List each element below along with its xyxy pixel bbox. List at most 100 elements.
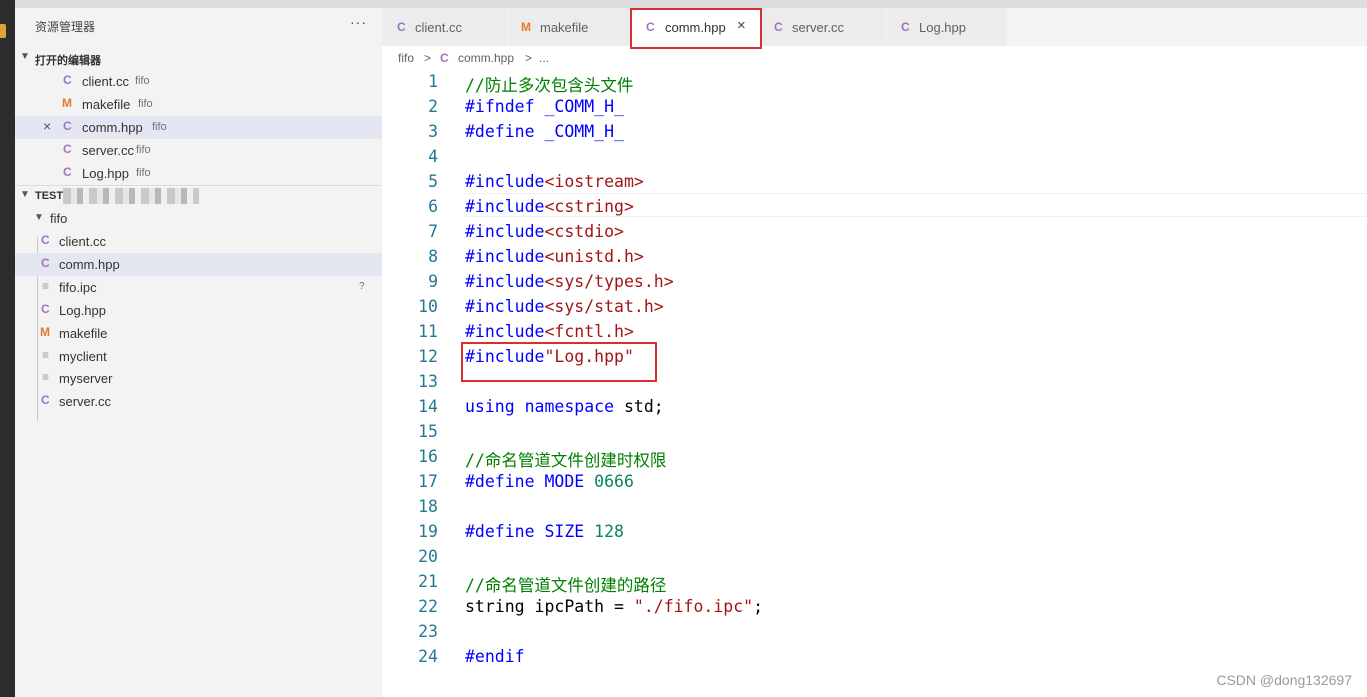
preprocessor: #ifndef [465, 97, 535, 116]
file-name: Log.hpp [82, 166, 129, 181]
folder-fifo[interactable]: ▼ fifo [15, 207, 382, 230]
explorer-title: 资源管理器 [35, 20, 96, 34]
code-line: 19 #define SIZE 128 [382, 520, 1367, 545]
explorer-icon[interactable] [0, 24, 6, 38]
open-editor-item[interactable]: C server.cc fifo [15, 139, 382, 162]
workspace-label: TEST [35, 190, 64, 202]
line-content: #include<iostream> [465, 172, 644, 191]
keyword: namespace [524, 397, 615, 416]
tab-makefile[interactable]: M makefile [509, 8, 631, 46]
code-line: 14 using namespace std; [382, 395, 1367, 420]
line-number: 8 [428, 247, 438, 266]
cpp-file-icon: C [41, 233, 50, 247]
identifier: ipcPath = [524, 597, 634, 616]
chevron-down-icon: ▼ [20, 51, 30, 62]
line-content: string ipcPath = "./fifo.ipc"; [465, 597, 763, 616]
tab-client-cc[interactable]: C client.cc [382, 8, 509, 46]
open-editors-label: 打开的编辑器 [35, 55, 101, 67]
file-item[interactable]: ≡ myserver [15, 367, 382, 390]
code-line: 3 #define _COMM_H_ [382, 120, 1367, 145]
code-line: 17 #define MODE 0666 [382, 470, 1367, 495]
makefile-icon: M [521, 20, 531, 34]
file-folder: fifo [152, 121, 167, 133]
tab-server-cc[interactable]: C server.cc [762, 8, 887, 46]
preprocessor: #define [465, 472, 535, 491]
file-name: server.cc [82, 143, 135, 158]
tab-label: makefile [540, 20, 589, 35]
code-highlight-box [461, 342, 657, 382]
code-line: 7 #include<cstdio> [382, 220, 1367, 245]
open-editor-item[interactable]: C Log.hpp fifo [15, 162, 382, 185]
cpp-file-icon: C [440, 51, 449, 65]
untracked-badge: ? [359, 281, 365, 292]
code-editor[interactable]: 1 //防止多次包含头文件 2 #ifndef _COMM_H_ 3 #define … [382, 70, 1367, 697]
activity-bar [0, 0, 15, 697]
file-item[interactable]: M makefile [15, 322, 382, 345]
file-item[interactable]: C Log.hpp [15, 299, 382, 322]
redacted-area [63, 188, 199, 204]
file-item[interactable]: ≡ fifo.ipc ? [15, 276, 382, 299]
string-literal: "./fifo.ipc" [633, 597, 754, 616]
cpp-file-icon: C [397, 20, 406, 34]
include-arg: <unistd.h> [544, 247, 644, 266]
identifier: std; [614, 397, 664, 416]
breadcrumb-more[interactable]: ... [539, 51, 549, 65]
macro-name: _COMM_H_ [534, 122, 624, 141]
number: 128 [594, 522, 624, 541]
code-line: 6 #include<cstring> [382, 195, 1367, 220]
preprocessor: #include [465, 197, 545, 216]
include-arg: <cstdio> [544, 222, 624, 241]
code-line: 9 #include<sys/types.h> [382, 270, 1367, 295]
file-name: server.cc [59, 394, 112, 409]
title-strip [15, 0, 1367, 8]
code-line: 2 #ifndef _COMM_H_ [382, 95, 1367, 120]
editor-tab-bar: C client.cc M makefile C comm.hpp × C se… [382, 8, 1367, 46]
text-file-icon: ≡ [42, 370, 50, 384]
line-content: #include<cstring> [465, 197, 634, 216]
line-content: //命名管道文件创建的路径 [465, 572, 666, 596]
comment: //命名管道文件创建时权限 [465, 451, 667, 470]
line-number: 15 [418, 422, 438, 441]
open-editor-item-active[interactable]: × C comm.hpp fifo [15, 116, 382, 139]
cpp-file-icon: C [63, 142, 72, 156]
line-number: 10 [418, 297, 438, 316]
tab-log-hpp[interactable]: C Log.hpp [887, 8, 1008, 46]
file-item[interactable]: C server.cc [15, 390, 382, 413]
breadcrumb: fifo > C comm.hpp > ... [382, 46, 1367, 70]
preprocessor: #endif [465, 647, 525, 666]
breadcrumb-folder[interactable]: fifo [398, 51, 414, 65]
code-line: 10 #include<sys/stat.h> [382, 295, 1367, 320]
tab-highlight-box [630, 8, 762, 49]
line-content: #include<sys/stat.h> [465, 297, 664, 316]
breadcrumb-file[interactable]: comm.hpp [458, 51, 514, 65]
open-editor-item[interactable]: C client.cc fifo [15, 70, 382, 93]
line-number: 23 [418, 622, 438, 641]
cpp-file-icon: C [63, 119, 72, 133]
line-number: 11 [418, 322, 438, 341]
preprocessor: #include [465, 322, 545, 341]
more-actions-icon[interactable]: ··· [350, 14, 367, 30]
line-number: 6 [428, 197, 438, 216]
close-icon[interactable]: × [43, 118, 51, 134]
open-editor-item[interactable]: M makefile fifo [15, 93, 382, 116]
code-line: 18 [382, 495, 1367, 520]
code-line: 22 string ipcPath = "./fifo.ipc"; [382, 595, 1367, 620]
preprocessor: #define [465, 522, 535, 541]
line-number: 13 [418, 372, 438, 391]
file-item[interactable]: ≡ myclient [15, 345, 382, 368]
keyword: using [465, 397, 515, 416]
preprocessor: #define [465, 122, 535, 141]
tab-label: Log.hpp [919, 20, 966, 35]
number: 0666 [594, 472, 634, 491]
file-name: client.cc [82, 74, 129, 89]
cpp-file-icon: C [63, 73, 72, 87]
chevron-right-icon: > [424, 51, 432, 65]
open-editors-section[interactable]: ▼ 打开的编辑器 [15, 48, 382, 70]
file-item-selected[interactable]: C comm.hpp [15, 253, 382, 276]
code-line: 8 #include<unistd.h> [382, 245, 1367, 270]
line-number: 4 [428, 147, 438, 166]
line-content: //命名管道文件创建时权限 [465, 447, 666, 471]
file-item[interactable]: C client.cc [15, 230, 382, 253]
include-arg: <sys/stat.h> [544, 297, 664, 316]
chevron-down-icon: ▼ [20, 189, 30, 200]
